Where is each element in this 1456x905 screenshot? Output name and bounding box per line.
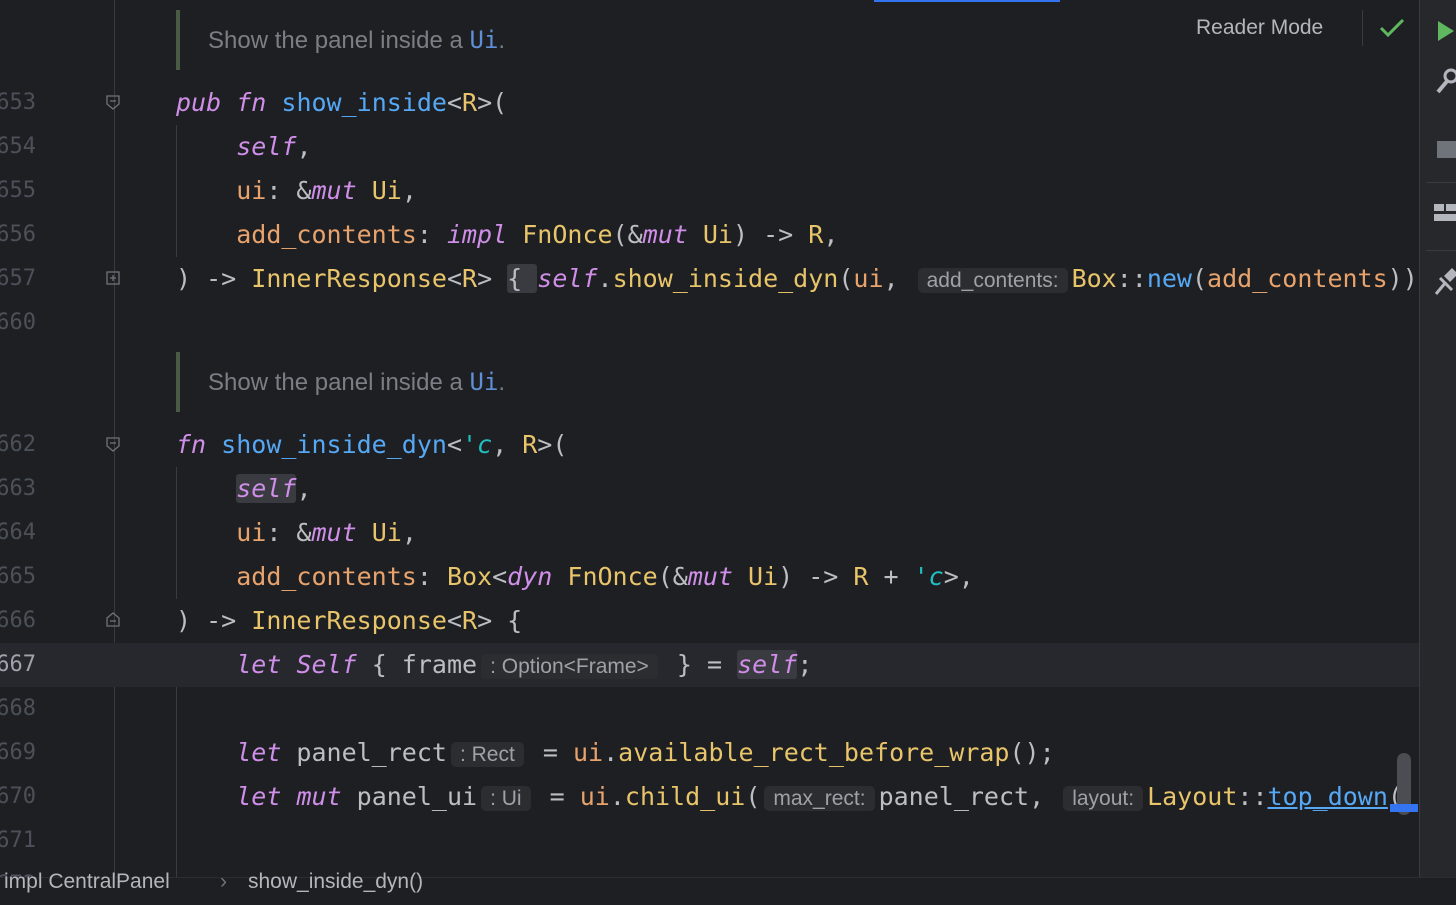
breadcrumb-item[interactable]: impl CentralPanel — [4, 868, 170, 896]
code-line[interactable]: 669 let panel_rect: Rect = ui.available_… — [0, 731, 1419, 775]
breadcrumb-separator: › — [220, 870, 227, 893]
code-line[interactable]: 653 pub fn show_inside<R>( — [0, 81, 1419, 125]
code-line[interactable]: 672 — [0, 863, 1419, 877]
code-line[interactable]: 656 add_contents: impl FnOnce(&mut Ui) -… — [0, 213, 1419, 257]
type-hint: : Ui — [481, 786, 531, 811]
param-hint: max_rect: — [764, 786, 875, 811]
fold-icon[interactable] — [105, 436, 121, 452]
code-text: ui: &mut Ui, — [236, 176, 417, 205]
breadcrumb-item[interactable]: show_inside_dyn() — [248, 868, 423, 896]
line-number: 654 — [0, 134, 36, 159]
code-text: ) -> InnerResponse<R> { self.show_inside… — [176, 264, 1418, 293]
doc-comment: Show the panel inside a Ui. — [176, 352, 505, 412]
code-text: add_contents: Box<dyn FnOnce(&mut Ui) ->… — [236, 562, 974, 591]
line-number: 669 — [0, 740, 36, 765]
line-number: 671 — [0, 828, 36, 853]
code-line[interactable]: 668 — [0, 687, 1419, 731]
breadcrumb: impl CentralPanel › show_inside_dyn() — [0, 870, 1456, 905]
fold-icon[interactable] — [105, 94, 121, 110]
code-text: let panel_rect: Rect = ui.available_rect… — [236, 738, 1055, 767]
code-text: self, — [236, 132, 312, 161]
code-text: pub fn show_inside<R>( — [176, 88, 508, 117]
scroll-marker — [1390, 804, 1418, 812]
code-line[interactable]: 665 add_contents: Box<dyn FnOnce(&mut Ui… — [0, 555, 1419, 599]
code-text: ui: &mut Ui, — [236, 518, 417, 547]
doc-link[interactable]: Ui — [470, 368, 499, 396]
doc-comment: Show the panel inside a Ui. — [176, 10, 505, 70]
checkmark-icon[interactable] — [1378, 14, 1406, 42]
line-number: 657 — [0, 266, 36, 291]
wrench-icon[interactable] — [1434, 66, 1456, 96]
line-number: 655 — [0, 178, 36, 203]
line-number: 664 — [0, 520, 36, 545]
code-editor[interactable]: Show the panel inside a Ui. 653 pub fn s… — [0, 0, 1419, 877]
code-line[interactable]: 666 ) -> InnerResponse<R> { — [0, 599, 1419, 643]
layout-icon[interactable] — [1434, 200, 1456, 226]
code-line[interactable]: 660 — [0, 301, 1419, 345]
line-number: 666 — [0, 608, 36, 633]
fold-icon[interactable] — [105, 612, 121, 628]
code-text: fn show_inside_dyn<'c, R>( — [176, 430, 568, 459]
active-tab-indicator — [874, 0, 1060, 2]
code-line[interactable]: 655 ui: &mut Ui, — [0, 169, 1419, 213]
doc-suffix: . — [498, 369, 506, 396]
code-text: self, — [236, 474, 312, 503]
type-hint: : Option<Frame> — [481, 654, 658, 679]
code-line[interactable]: 663 self, — [0, 467, 1419, 511]
line-number: 656 — [0, 222, 36, 247]
toolbar-separator — [1426, 250, 1456, 251]
line-number: 663 — [0, 476, 36, 501]
line-number: 662 — [0, 432, 36, 457]
fold-icon[interactable] — [105, 270, 121, 286]
code-line[interactable]: 662 fn show_inside_dyn<'c, R>( — [0, 423, 1419, 467]
param-hint: layout: — [1063, 786, 1144, 811]
doc-link[interactable]: Ui — [470, 26, 499, 54]
line-number: 670 — [0, 784, 36, 809]
pin-icon[interactable] — [1434, 266, 1456, 296]
doc-suffix: . — [498, 27, 506, 54]
code-line[interactable]: 657 ) -> InnerResponse<R> { self.show_in… — [0, 257, 1419, 301]
code-line[interactable]: 654 self, — [0, 125, 1419, 169]
right-toolbar — [1419, 0, 1456, 904]
line-number: 665 — [0, 564, 36, 589]
line-number: 660 — [0, 310, 36, 335]
code-text: let Self { frame: Option<Frame> } = self… — [236, 650, 813, 679]
separator — [1362, 10, 1363, 46]
doc-text: Show the panel inside a — [208, 369, 470, 396]
stop-icon[interactable] — [1434, 138, 1456, 160]
line-number: 667 — [0, 652, 36, 677]
toolbar-separator — [1426, 182, 1456, 183]
line-number: 668 — [0, 696, 36, 721]
code-line-current[interactable]: 667 let Self { frame: Option<Frame> } = … — [0, 643, 1419, 687]
param-hint: add_contents: — [917, 268, 1068, 293]
code-text: ) -> InnerResponse<R> { — [176, 606, 523, 635]
line-number: 653 — [0, 90, 36, 115]
code-line[interactable]: 671 — [0, 819, 1419, 863]
code-text: let mut panel_ui: Ui = ui.child_ui(max_r… — [236, 782, 1403, 811]
reader-mode-toggle[interactable]: Reader Mode — [1196, 14, 1323, 42]
type-hint: : Rect — [450, 742, 524, 767]
doc-text: Show the panel inside a — [208, 27, 470, 54]
run-icon[interactable] — [1434, 18, 1456, 44]
code-line[interactable]: 664 ui: &mut Ui, — [0, 511, 1419, 555]
code-line[interactable]: 670 let mut panel_ui: Ui = ui.child_ui(m… — [0, 775, 1419, 819]
code-text: add_contents: impl FnOnce(&mut Ui) -> R, — [236, 220, 839, 249]
